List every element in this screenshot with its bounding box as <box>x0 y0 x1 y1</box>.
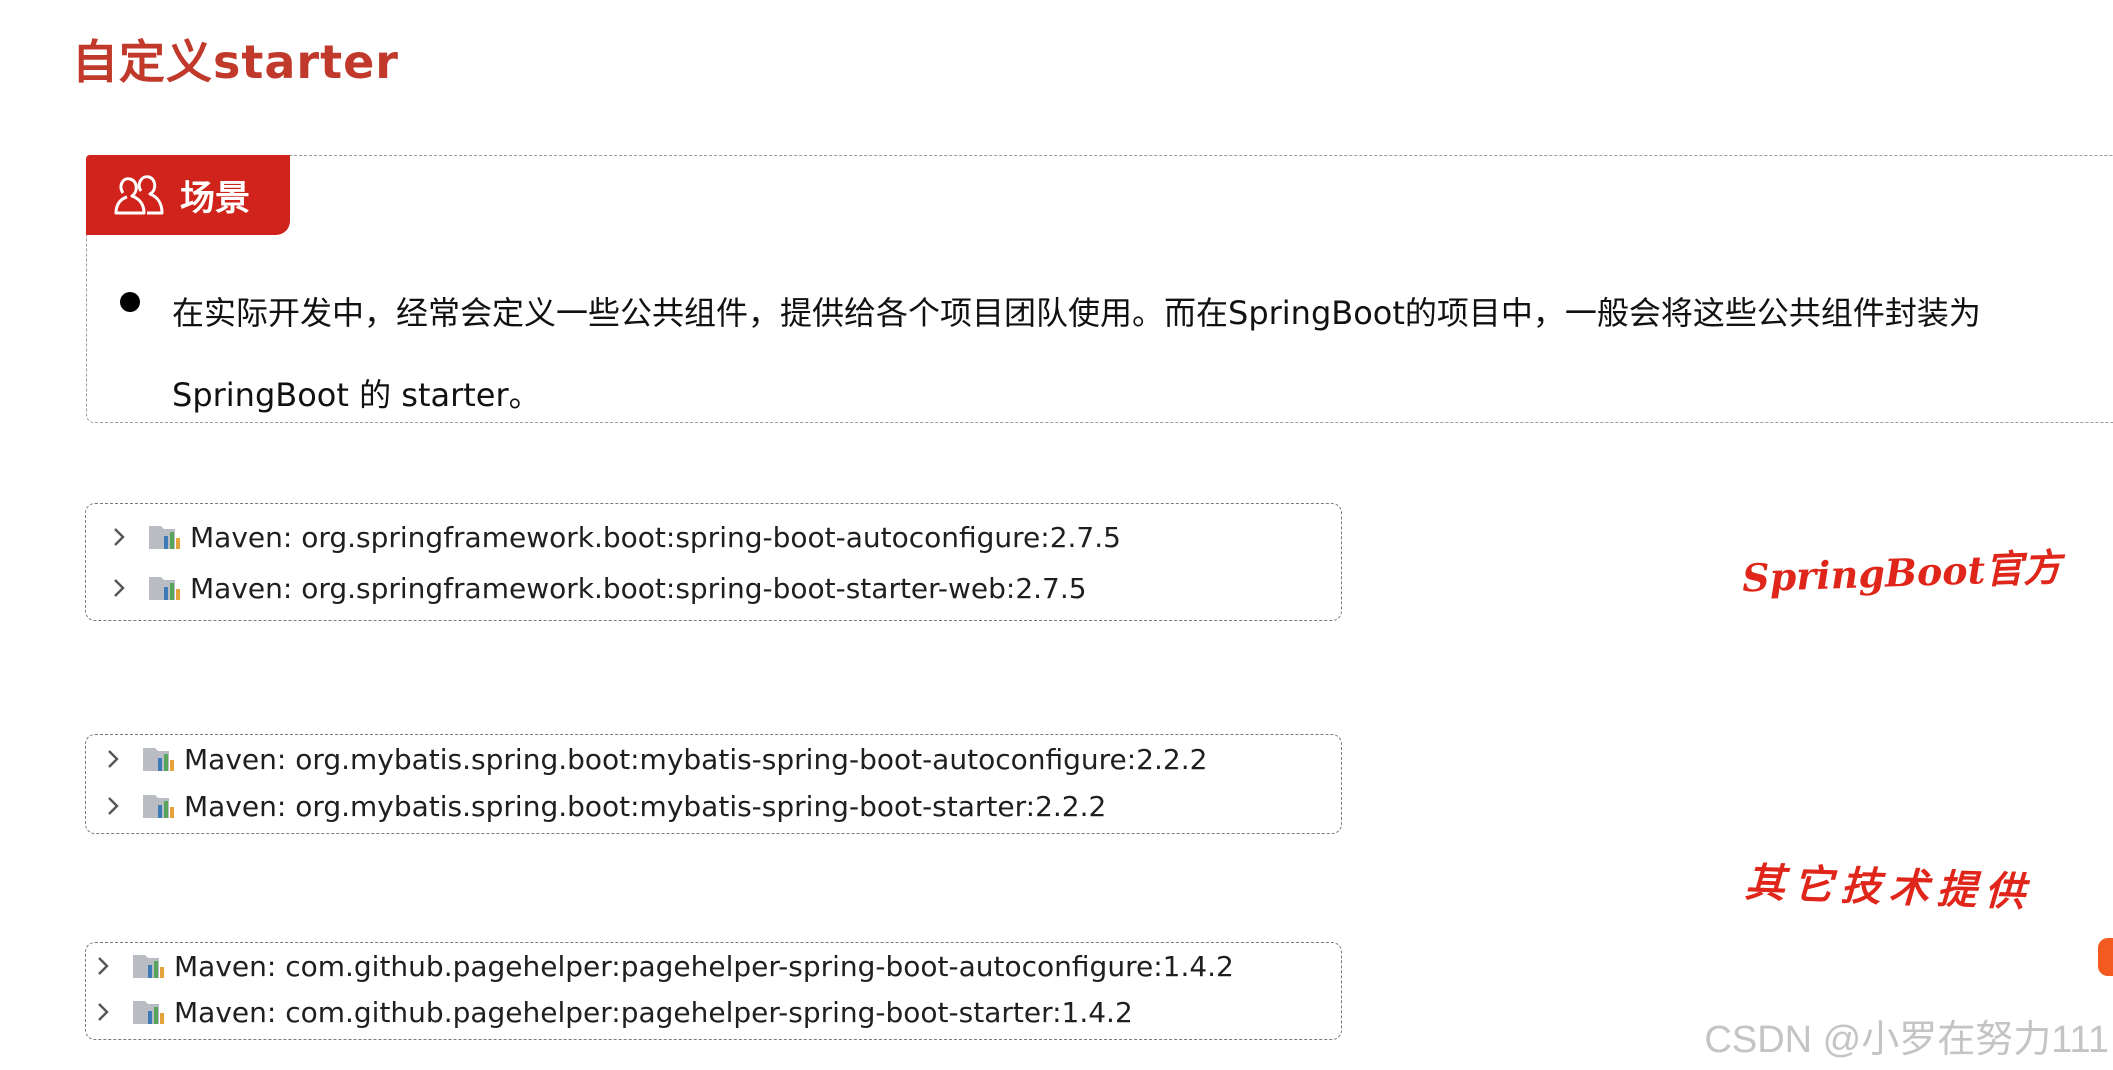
dependency-label: Maven: org.springframework.boot:spring-b… <box>190 520 1121 554</box>
chevron-right-icon[interactable] <box>104 573 134 603</box>
chevron-right-icon[interactable] <box>88 997 118 1027</box>
dependency-row[interactable]: Maven: com.github.pagehelper:pagehelper-… <box>88 943 1234 989</box>
library-icon <box>143 795 174 818</box>
library-icon <box>133 955 164 978</box>
scene-tag: 场景 <box>86 155 290 235</box>
dependency-label: Maven: com.github.pagehelper:pagehelper-… <box>174 949 1234 983</box>
dependency-group-mybatis: Maven: org.mybatis.spring.boot:mybatis-s… <box>85 734 1342 834</box>
dependency-row[interactable]: Maven: com.github.pagehelper:pagehelper-… <box>88 989 1133 1035</box>
page-title: 自定义starter <box>72 35 399 89</box>
library-icon <box>133 1001 164 1024</box>
annotation-third-party: 其它技术提供 <box>1744 858 2034 917</box>
scene-tag-label: 场景 <box>180 178 251 219</box>
dependency-label: Maven: com.github.pagehelper:pagehelper-… <box>174 995 1133 1029</box>
library-icon <box>149 577 180 600</box>
dependency-label: Maven: org.mybatis.spring.boot:mybatis-s… <box>184 742 1208 776</box>
dependency-row[interactable]: Maven: org.springframework.boot:spring-b… <box>104 514 1121 560</box>
chevron-right-icon[interactable] <box>88 951 118 981</box>
chevron-right-icon[interactable] <box>98 791 128 821</box>
chevron-right-icon[interactable] <box>104 522 134 552</box>
edge-marker <box>2098 938 2113 976</box>
chevron-right-icon[interactable] <box>98 744 128 774</box>
dependency-row[interactable]: Maven: org.mybatis.spring.boot:mybatis-s… <box>98 736 1207 782</box>
dependency-row[interactable]: Maven: org.mybatis.spring.boot:mybatis-s… <box>98 783 1106 829</box>
scene-description: 在实际开发中，经常会定义一些公共组件，提供给各个项目团队使用。而在SpringB… <box>172 294 1981 414</box>
dependency-group-pagehelper: Maven: com.github.pagehelper:pagehelper-… <box>85 942 1342 1040</box>
dependency-label: Maven: org.springframework.boot:spring-b… <box>190 571 1087 605</box>
dependency-row[interactable]: Maven: org.springframework.boot:spring-b… <box>104 565 1087 611</box>
dependency-group-springboot: Maven: org.springframework.boot:spring-b… <box>85 503 1342 621</box>
library-icon <box>149 526 180 549</box>
library-icon <box>143 748 174 771</box>
dependency-label: Maven: org.mybatis.spring.boot:mybatis-s… <box>184 789 1107 823</box>
users-icon <box>114 173 164 217</box>
bullet-point <box>120 292 140 312</box>
watermark: CSDN @小罗在努力111 <box>1704 1019 2109 1061</box>
annotation-springboot-official: SpringBoot官方 <box>1741 544 2062 601</box>
